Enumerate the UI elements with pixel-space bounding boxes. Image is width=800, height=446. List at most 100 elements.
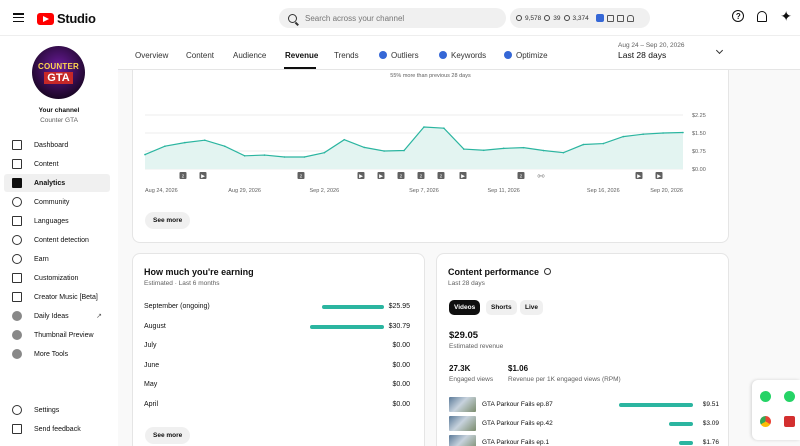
help-icon[interactable]: ? bbox=[732, 10, 745, 22]
tab-outliers[interactable]: Outliers bbox=[379, 51, 419, 60]
tab-keywords[interactable]: Keywords bbox=[439, 51, 486, 60]
tab-content[interactable]: Content bbox=[186, 51, 214, 60]
sidebar-item-more-tools[interactable]: More Tools bbox=[4, 345, 110, 363]
sidebar-item-content[interactable]: Content bbox=[4, 155, 110, 173]
chart-point[interactable] bbox=[203, 139, 206, 141]
chart-point[interactable] bbox=[184, 141, 186, 144]
chart-event-marker[interactable]: 2 bbox=[417, 172, 425, 180]
sidebar-item-content-detection[interactable]: Content detection bbox=[4, 231, 110, 249]
edit-icon[interactable] bbox=[606, 14, 614, 22]
chart-point[interactable] bbox=[502, 147, 505, 150]
chart-event-marker[interactable]: 2 bbox=[179, 172, 187, 180]
chip-shorts[interactable]: Shorts bbox=[486, 300, 517, 315]
chart-point[interactable] bbox=[463, 148, 465, 150]
sidebar-item-community[interactable]: Community bbox=[4, 193, 110, 211]
video-title[interactable]: GTA Parkour Fails ep.42 bbox=[482, 420, 553, 427]
chart-point[interactable] bbox=[303, 156, 306, 158]
chart-point[interactable] bbox=[482, 149, 485, 152]
pdf-icon[interactable] bbox=[784, 416, 795, 427]
extension-stats[interactable]: 9,578 39 3,374 bbox=[510, 8, 650, 28]
studio-logo[interactable]: Studio bbox=[37, 11, 96, 26]
chart-point[interactable] bbox=[423, 126, 425, 128]
video-title[interactable]: GTA Parkour Fails ep.87 bbox=[482, 401, 553, 408]
tab-audience[interactable]: Audience bbox=[233, 51, 266, 60]
menu-icon[interactable] bbox=[13, 13, 24, 22]
search-bar[interactable] bbox=[279, 8, 506, 28]
video-thumbnail[interactable] bbox=[449, 397, 476, 412]
chart-event-marker[interactable]: ▶ bbox=[635, 172, 643, 180]
bell-small-icon[interactable] bbox=[626, 14, 634, 22]
chip-live[interactable]: Live bbox=[520, 300, 544, 315]
sparkle-icon[interactable]: ✦ bbox=[780, 9, 792, 23]
chart-point[interactable] bbox=[622, 135, 625, 138]
chart-point[interactable] bbox=[283, 156, 286, 158]
revenue-chart[interactable]: $0.00$0.75$1.50$2.252▶2▶▶222▶▶20•0▶▶Aug … bbox=[133, 92, 730, 232]
channel-avatar[interactable]: COUNTER GTA bbox=[32, 46, 85, 99]
chart-point[interactable] bbox=[522, 146, 525, 149]
tab-revenue[interactable]: Revenue bbox=[285, 51, 318, 60]
chart-point[interactable] bbox=[443, 127, 445, 129]
chart-event-marker[interactable]: ▶ bbox=[357, 172, 365, 180]
chart-point[interactable] bbox=[144, 153, 146, 156]
chart-event-marker[interactable]: ▶ bbox=[655, 172, 663, 180]
video-thumbnail[interactable] bbox=[449, 435, 476, 446]
chart-event-marker[interactable]: 2 bbox=[517, 172, 525, 180]
video-row[interactable]: GTA Parkour Fails ep.87 $9.51 bbox=[449, 397, 719, 413]
chart-event-marker[interactable]: 2 bbox=[297, 172, 305, 180]
video-row[interactable]: GTA Parkour Fails ep.42 $3.09 bbox=[449, 416, 719, 432]
customization-icon bbox=[12, 273, 22, 283]
chart-point[interactable] bbox=[582, 143, 585, 146]
notifications-icon[interactable] bbox=[757, 10, 768, 22]
sidebar-item-creator-music[interactable]: Creator Music [Beta] bbox=[4, 288, 110, 306]
video-row[interactable]: GTA Parkour Fails ep.1 $1.76 bbox=[449, 435, 719, 446]
chart-point[interactable] bbox=[602, 142, 605, 145]
sidebar-item-customization[interactable]: Customization bbox=[4, 269, 110, 287]
see-more-button[interactable]: See more bbox=[145, 427, 191, 444]
chart-point[interactable] bbox=[263, 154, 266, 156]
chart-point[interactable] bbox=[243, 155, 246, 157]
tab-trends[interactable]: Trends bbox=[334, 51, 359, 60]
chart-point[interactable] bbox=[562, 151, 565, 154]
chart-event-marker[interactable]: ▶ bbox=[459, 172, 467, 180]
sidebar-item-thumbnail-preview[interactable]: Thumbnail Preview bbox=[4, 326, 110, 344]
chip-videos[interactable]: Videos bbox=[449, 300, 481, 315]
chart-event-marker[interactable]: 2 bbox=[397, 172, 405, 180]
chart-event-marker[interactable]: 2 bbox=[437, 172, 445, 180]
chart-point[interactable] bbox=[542, 149, 545, 152]
sidebar-item-languages[interactable]: Languages bbox=[4, 212, 110, 230]
upload-icon[interactable] bbox=[616, 14, 624, 22]
tab-overview[interactable]: Overview bbox=[135, 51, 168, 60]
sidebar-item-send-feedback[interactable]: Send feedback bbox=[4, 420, 110, 438]
chart-point[interactable] bbox=[223, 145, 226, 147]
whatsapp-icon[interactable] bbox=[760, 391, 771, 402]
search-input[interactable] bbox=[305, 13, 485, 23]
video-title[interactable]: GTA Parkour Fails ep.1 bbox=[482, 439, 549, 446]
chevron-down-icon[interactable] bbox=[715, 46, 724, 55]
chart-event-marker[interactable]: 0•0 bbox=[535, 172, 547, 180]
chart-event-marker[interactable]: ▶ bbox=[377, 172, 385, 180]
info-icon[interactable] bbox=[544, 268, 552, 275]
video-thumbnail[interactable] bbox=[449, 416, 476, 431]
chart-point[interactable] bbox=[383, 150, 385, 152]
chart-point[interactable] bbox=[323, 151, 326, 154]
sidebar-item-dashboard[interactable]: Dashboard bbox=[4, 136, 110, 154]
chart-point[interactable] bbox=[403, 149, 405, 152]
extension-logo-icon[interactable] bbox=[595, 14, 604, 22]
chart-point[interactable] bbox=[164, 145, 166, 147]
earnings-month: April bbox=[144, 400, 159, 408]
chart-event-marker[interactable]: ▶ bbox=[199, 172, 207, 180]
whatsapp-icon[interactable] bbox=[784, 391, 795, 402]
see-more-button[interactable]: See more bbox=[145, 212, 191, 229]
chart-point[interactable] bbox=[662, 132, 664, 134]
sidebar-item-daily-ideas[interactable]: Daily Ideas ↗ bbox=[4, 307, 110, 325]
chrome-icon[interactable] bbox=[760, 416, 771, 427]
date-period-label[interactable]: Last 28 days bbox=[618, 50, 666, 60]
chart-point[interactable] bbox=[642, 133, 644, 135]
chart-point[interactable] bbox=[343, 138, 346, 141]
chart-point[interactable] bbox=[682, 131, 684, 134]
sidebar-item-earn[interactable]: Earn bbox=[4, 250, 110, 268]
chart-point[interactable] bbox=[363, 146, 365, 149]
sidebar-item-settings[interactable]: Settings bbox=[4, 401, 110, 419]
sidebar-item-analytics[interactable]: Analytics bbox=[4, 174, 110, 192]
tab-optimize[interactable]: Optimize bbox=[504, 51, 548, 60]
